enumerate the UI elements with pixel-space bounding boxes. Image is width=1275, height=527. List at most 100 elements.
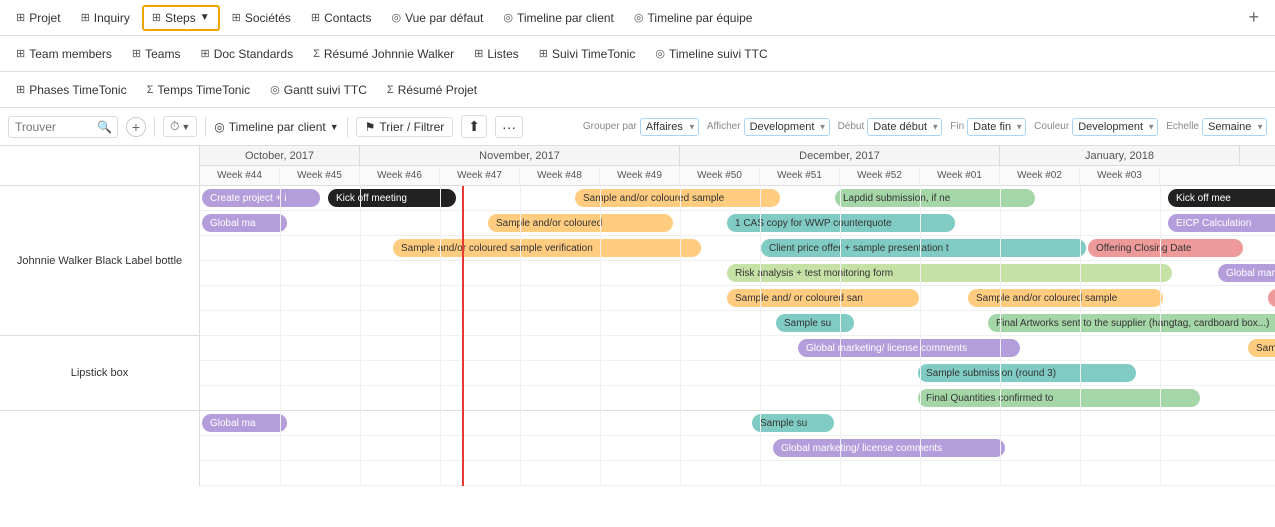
dropdown-arrow-2: ▼ — [330, 122, 339, 132]
today-line — [462, 186, 464, 486]
bar-create-project[interactable]: Create project + i — [202, 189, 320, 207]
nav-inquiry[interactable]: ⊞ Inquiry — [73, 7, 138, 29]
gantt-row-2: Sample and/or coloured sample verificati… — [200, 236, 1275, 261]
start-select-wrapper: Date début — [867, 118, 942, 136]
project-label-jw: Johnnie Walker Black Label bottle — [0, 186, 199, 336]
nav-timeline-equipe[interactable]: ◎ Timeline par équipe — [626, 7, 761, 29]
week-01: Week #01 — [920, 166, 1000, 185]
bar-kickoff-2[interactable]: Kick off mee — [1168, 189, 1275, 207]
month-jan: January, 2018 — [1000, 146, 1240, 165]
sigma-icon: Σ — [313, 48, 320, 60]
nav-gantt[interactable]: ◎ Gantt suivi TTC — [262, 79, 375, 101]
nav-listes[interactable]: ⊞ Listes — [466, 43, 527, 65]
nav-temps[interactable]: Σ Temps TimeTonic — [139, 79, 259, 101]
grid-icon-5: ⊞ — [311, 11, 320, 24]
toolbar-row: 🔍 + ⏱ ▼ ◎ Timeline par client ▼ ⚑ Trier … — [0, 108, 1275, 146]
bar-global-marketing-license[interactable]: Global marketing/ license cor — [1218, 264, 1275, 282]
bar-global-marketing-comments-lipstick[interactable]: Global marketing/ license comments — [773, 439, 1005, 457]
gantt-row-12 — [200, 461, 1275, 486]
nav-timeline-client[interactable]: ◎ Timeline par client — [495, 7, 622, 29]
nav-vue-defaut[interactable]: ◎ Vue par défaut — [383, 7, 491, 29]
grid-icon-11: ⊞ — [16, 83, 25, 96]
bar-client-price[interactable]: Client price offer + sample presentation… — [761, 239, 1086, 257]
end-select[interactable]: Date fin — [967, 118, 1026, 136]
eye-icon-4: ◎ — [655, 47, 665, 60]
bar-eicp[interactable]: EICP Calculation — [1168, 214, 1275, 232]
nav-resume-jw[interactable]: Σ Résumé Johnnie Walker — [305, 43, 462, 65]
bar-sample-coloured-6[interactable]: Sample and/or coloured sample — [1248, 339, 1275, 357]
gantt-row-8: Final Quantities confirmed to — [200, 386, 1275, 411]
grid-icon-9: ⊞ — [474, 47, 483, 60]
gantt-row-5: Sample su Final Artworks sent to the sup… — [200, 311, 1275, 336]
nav-societes[interactable]: ⊞ Sociétés — [224, 7, 299, 29]
group-by-select[interactable]: Affaires — [640, 118, 699, 136]
bar-sample-verification[interactable]: Sample and/or coloured sample verificati… — [393, 239, 701, 257]
start-select[interactable]: Date début — [867, 118, 942, 136]
bar-sample-su-1[interactable]: Sample su — [776, 314, 854, 332]
bar-sample-su-lipstick[interactable]: Sample su — [752, 414, 834, 432]
gantt-row-6: Global marketing/ license comments Sampl… — [200, 336, 1275, 361]
bar-sample-coloured-2[interactable]: Sample and/or coloured — [488, 214, 673, 232]
more-button[interactable]: ··· — [495, 116, 523, 138]
nav-contacts[interactable]: ⊞ Contacts — [303, 7, 380, 29]
color-select[interactable]: Development — [1072, 118, 1158, 136]
scale-container: Echelle Semaine — [1166, 118, 1267, 136]
nav-team-members[interactable]: ⊞ Team members — [8, 43, 120, 65]
add-view-button[interactable]: + — [1248, 7, 1267, 28]
bar-lapdid[interactable]: Lapdid submission, if ne — [835, 189, 1035, 207]
bar-global-marketing-comments-1[interactable]: Global marketing/ license comments — [798, 339, 1020, 357]
bar-cas-copy[interactable]: 1 CAS copy for WWP counterquote — [727, 214, 955, 232]
bar-risk-analysis[interactable]: Risk analysis + test monitoring form — [727, 264, 1172, 282]
display-label: Afficher — [707, 121, 741, 132]
week-02: Week #02 — [1000, 166, 1080, 185]
bar-global-ma-lipstick[interactable]: Global ma — [202, 414, 287, 432]
week-49: Week #49 — [600, 166, 680, 185]
bar-sample-san[interactable]: Sample and/ or coloured san — [727, 289, 919, 307]
bar-sample-submission[interactable]: Sample submission (round 3) — [918, 364, 1136, 382]
separator-2 — [205, 117, 206, 137]
bar-offering-closing[interactable]: Offering Closing Date — [1088, 239, 1243, 257]
nav-timeline-suivi[interactable]: ◎ Timeline suivi TTC — [647, 43, 775, 65]
nav-bar-1: ⊞ Projet ⊞ Inquiry ⊞ Steps ▼ ⊞ Sociétés … — [0, 0, 1275, 36]
week-51: Week #51 — [760, 166, 840, 185]
project-label-lipstick: Lipstick box — [0, 336, 199, 411]
week-03: Week #03 — [1080, 166, 1160, 185]
end-select-wrapper: Date fin — [967, 118, 1026, 136]
nav-projet[interactable]: ⊞ Projet — [8, 7, 69, 29]
nav-teams[interactable]: ⊞ Teams — [124, 43, 189, 65]
eye-icon-6: ◎ — [214, 120, 224, 134]
nav-suivi-timetonic[interactable]: ⊞ Suivi TimeTonic — [531, 43, 644, 65]
display-select[interactable]: Development — [744, 118, 830, 136]
history-button[interactable]: ⏱ ▼ — [163, 116, 197, 137]
color-container: Couleur Development — [1034, 118, 1158, 136]
bar-final-quantities[interactable]: Final Quantities confirmed to — [918, 389, 1200, 407]
bar-sample-coloured-4[interactable]: Sample and/or coloured sample — [968, 289, 1163, 307]
group-by-label: Grouper par — [583, 121, 637, 132]
scale-select[interactable]: Semaine — [1202, 118, 1267, 136]
week-47: Week #47 — [440, 166, 520, 185]
grid-icon-2: ⊞ — [81, 11, 90, 24]
bar-kickoff-1[interactable]: Kick off meeting — [328, 189, 456, 207]
bar-sample-coloured-1[interactable]: Sample and/or coloured sample — [575, 189, 780, 207]
nav-resume-projet[interactable]: Σ Résumé Projet — [379, 79, 485, 101]
gantt-row-7: Sample submission (round 3) PO A — [200, 361, 1275, 386]
end-label: Fin — [950, 121, 964, 132]
add-row-button[interactable]: + — [126, 117, 146, 137]
gantt-month-headers: October, 2017 November, 2017 December, 2… — [200, 146, 1275, 166]
sigma-icon-2: Σ — [147, 84, 154, 96]
bar-global-ma-1[interactable]: Global ma — [202, 214, 287, 232]
nav-doc-standards[interactable]: ⊞ Doc Standards — [192, 43, 301, 65]
week-52: Week #52 — [840, 166, 920, 185]
gantt-row-1: Global ma Sample and/or coloured 1 CAS c… — [200, 211, 1275, 236]
filter-button[interactable]: ⚑ Trier / Filtrer — [356, 117, 454, 137]
export-button[interactable]: ⬆ — [461, 115, 487, 138]
gantt-rows-container: Create project + i Kick off meeting Samp… — [200, 186, 1275, 486]
timeline-view-selector[interactable]: ◎ Timeline par client ▼ — [214, 120, 338, 134]
dropdown-arrow: ▼ — [200, 12, 210, 23]
nav-phases[interactable]: ⊞ Phases TimeTonic — [8, 79, 135, 101]
bar-final-artworks[interactable]: Final Artworks sent to the supplier (han… — [988, 314, 1275, 332]
bar-quality-review[interactable]: Quality review (risk anal — [1268, 289, 1275, 307]
nav-steps[interactable]: ⊞ Steps ▼ — [142, 5, 220, 31]
display-container: Afficher Development — [707, 118, 830, 136]
week-46: Week #46 — [360, 166, 440, 185]
